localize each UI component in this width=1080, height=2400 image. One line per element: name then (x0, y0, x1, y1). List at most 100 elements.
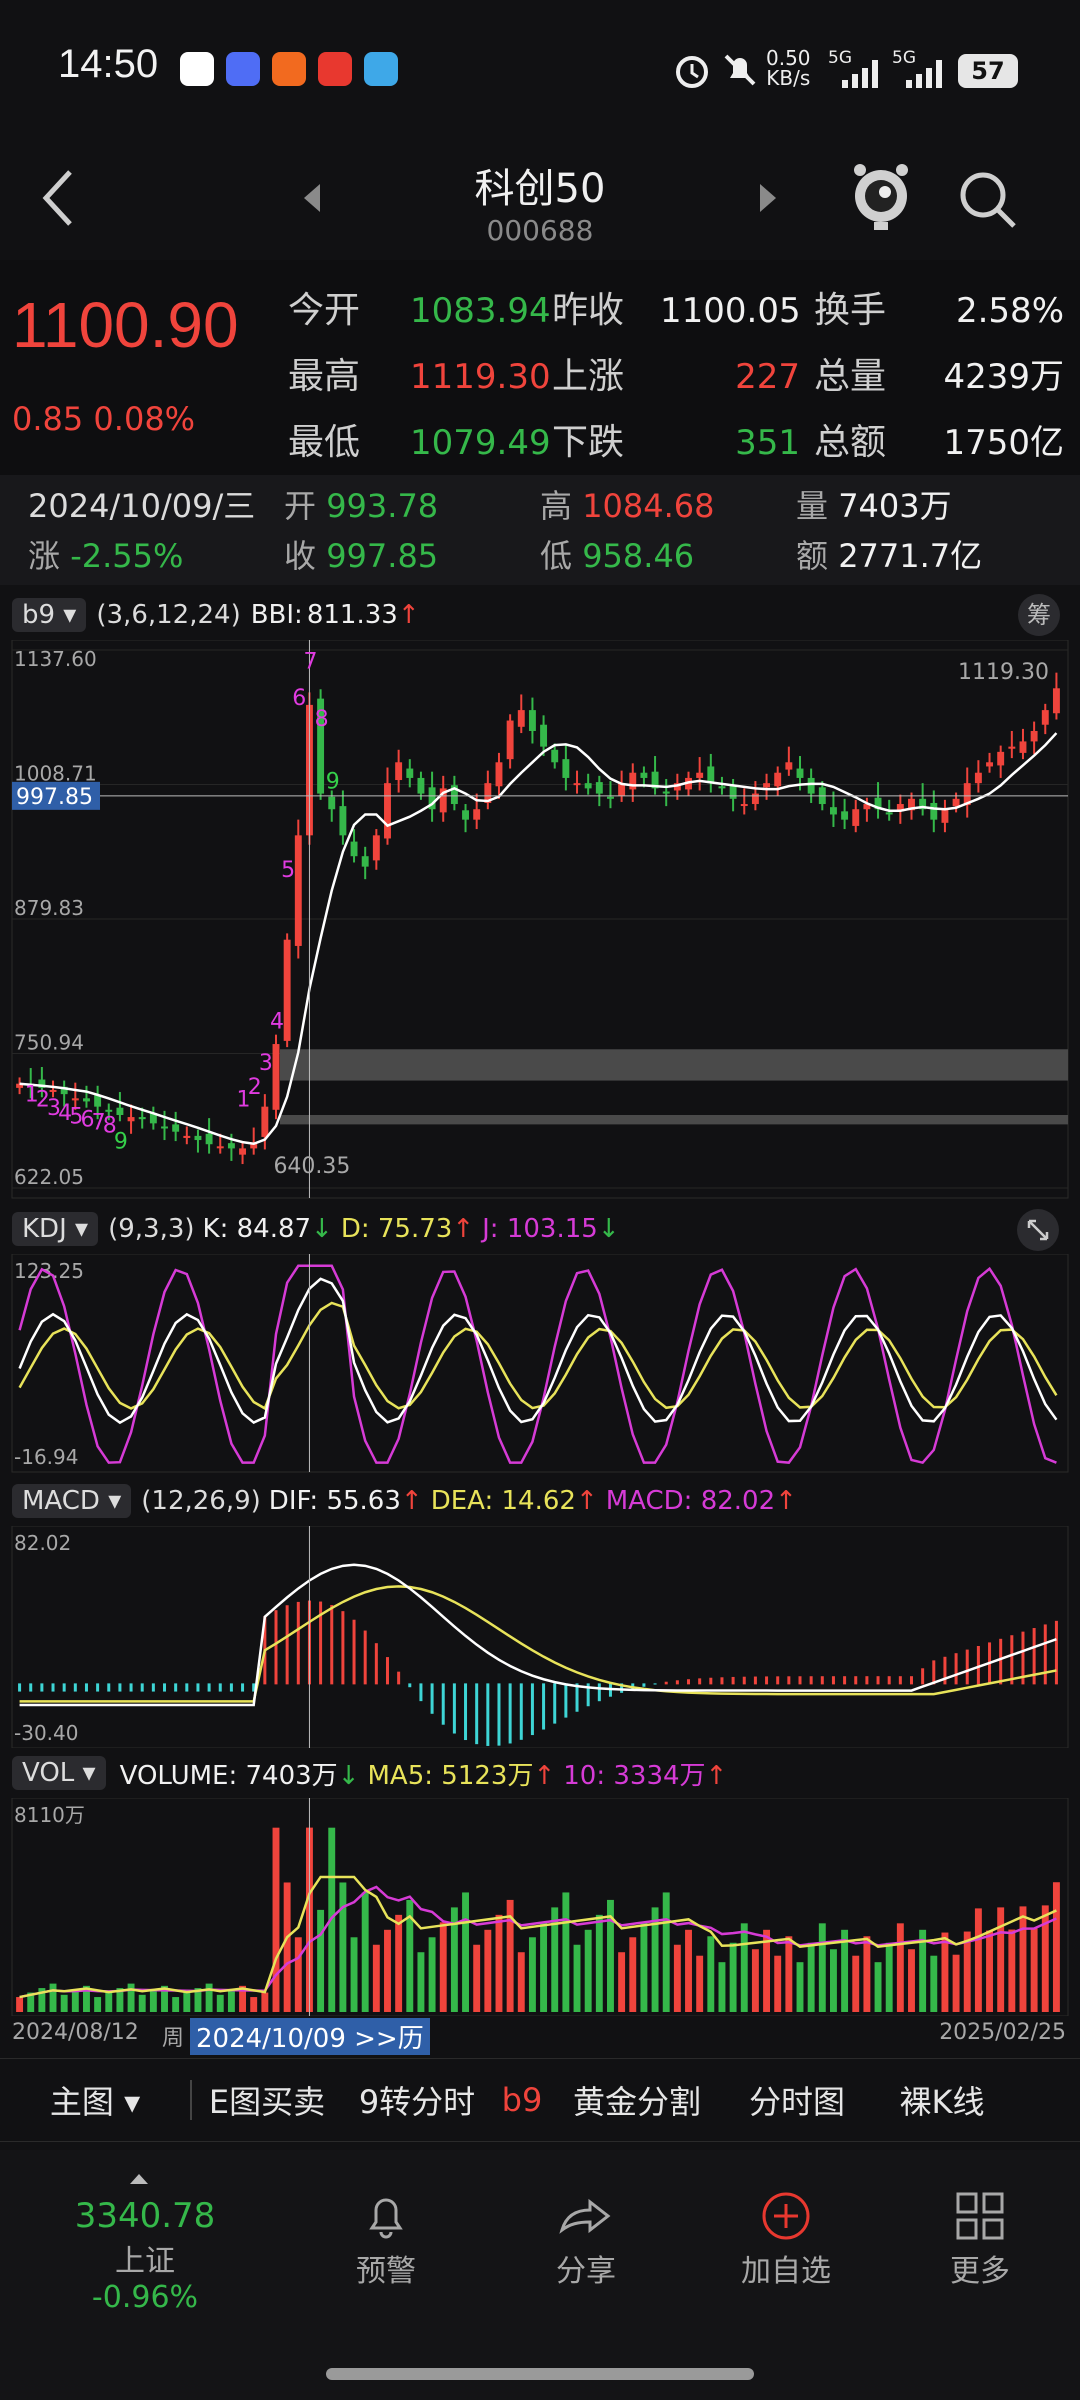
macd-histogram-bar (163, 1683, 167, 1692)
volume-bar (172, 1997, 180, 2012)
tab-main-chart[interactable]: 主图 ▾ (0, 2077, 190, 2123)
volume-bar (294, 1937, 302, 2012)
volume-bar (1008, 1929, 1016, 2012)
macd-histogram-bar (408, 1683, 412, 1688)
macd-histogram-bar (218, 1683, 222, 1692)
macd-histogram-bar (341, 1611, 345, 1685)
volume-bar (562, 1892, 570, 2012)
tab-naked-k[interactable]: 裸K线 (872, 2077, 1012, 2123)
news-app-icon (364, 52, 398, 86)
candle-body (294, 835, 302, 946)
macd-params: (12,26,9) (141, 1486, 261, 1516)
td-count-label: 6 (292, 686, 306, 711)
kdj-j-line (18, 1264, 1057, 1465)
macd-histogram-bar (374, 1643, 378, 1685)
selected-day-info: 2024/10/09/三 涨 -2.55% 开 993.78 收 997.85 … (0, 475, 1080, 585)
quote-panel: 1100.90 0.85 0.08% 今开 最高 最低 1083.94 1119.30… (0, 260, 1080, 475)
macd-histogram-bar (642, 1683, 646, 1687)
macd-histogram-bar (765, 1676, 769, 1685)
volume-bar (584, 1929, 592, 2012)
volume-bar (528, 1937, 536, 2012)
volume-bar (986, 1930, 993, 2012)
prev-stock-icon[interactable] (300, 182, 324, 214)
macd-dif: DIF: 55.63↑ (268, 1486, 423, 1516)
candle-body (841, 811, 849, 820)
volume-bar (896, 1923, 904, 2012)
expand-icon[interactable] (1016, 1208, 1060, 1252)
macd-chart: 82.02 -30.40 (11, 1526, 1069, 1748)
back-icon[interactable] (38, 168, 78, 228)
add-watchlist-button[interactable]: 加自选 (686, 2186, 886, 2290)
browser-notification-icon (226, 52, 260, 86)
candle-body (350, 841, 358, 857)
volume-bar (317, 1909, 325, 2012)
macd-histogram-bar (909, 1676, 913, 1685)
macd-histogram-bar (107, 1683, 111, 1692)
macd-histogram-bar (854, 1676, 858, 1685)
share-button[interactable]: 分享 (486, 2186, 686, 2290)
macd-histogram-bar (296, 1601, 300, 1685)
candle-body (763, 783, 771, 788)
indicator-select-kdj[interactable]: KDJ ▾ (12, 1212, 99, 1246)
indicator-select-macd[interactable]: MACD ▾ (12, 1484, 132, 1518)
next-stock-icon[interactable] (756, 182, 780, 214)
candle-body (261, 1106, 269, 1137)
macd-histogram-bar (999, 1638, 1003, 1685)
macd-histogram-bar (419, 1683, 423, 1702)
tab-b9[interactable]: b9 (492, 2081, 552, 2119)
macd-histogram-bar (464, 1683, 468, 1741)
macd-y-min: -30.40 (14, 1721, 78, 1745)
y-tick-label: 622.05 (14, 1165, 84, 1189)
candle-body (417, 777, 425, 794)
volume-bar (473, 1944, 481, 2012)
macd-histogram-bar (831, 1676, 835, 1685)
kdj-y-min: -16.94 (14, 1445, 78, 1469)
more-button[interactable]: 更多 (880, 2186, 1080, 2290)
market-index[interactable]: 3340.78 上证 -0.96% (60, 2196, 230, 2315)
candle-body (796, 768, 804, 778)
cursor-date-label[interactable]: 2024/10/09 >>历 (190, 2018, 430, 2055)
tab-golden-split[interactable]: 黄金分割 (552, 2077, 722, 2123)
macd-histogram-bar (241, 1683, 245, 1692)
macd-histogram-bar (73, 1683, 77, 1692)
kdj-k: K: 84.87↓ (202, 1214, 333, 1244)
volume-bar (16, 1997, 24, 2012)
quote-values-col2: 1100.05 227 351 (660, 291, 801, 463)
chip-distribution-button[interactable]: 筹 (1018, 594, 1060, 636)
quote-values-col3: 2.58% 4239万 1750亿 (943, 291, 1064, 463)
day-volume: 量 7403万 (796, 487, 952, 525)
expand-up-icon[interactable] (130, 2174, 148, 2184)
indicator-select-vol[interactable]: VOL ▾ (12, 1756, 106, 1790)
candle-body (573, 783, 581, 786)
mascot-assistant-icon[interactable] (850, 160, 912, 232)
tab-9-turn[interactable]: 9转分时 (342, 2077, 492, 2123)
candle-body (71, 1098, 79, 1101)
home-indicator[interactable] (326, 2368, 754, 2380)
tab-timeshare[interactable]: 分时图 (722, 2077, 872, 2123)
macd-histogram-bar (29, 1683, 33, 1692)
volume-bar (1052, 1882, 1060, 2012)
volume-bar (729, 1942, 737, 2012)
macd-y-max: 82.02 (14, 1531, 71, 1555)
volume-bar (138, 1994, 146, 2012)
candle-body (1030, 730, 1038, 742)
search-icon[interactable] (956, 168, 1020, 232)
volume-bar (751, 1949, 759, 2012)
indicator-select-b9[interactable]: b9 ▾ (12, 598, 87, 632)
volume-bar (774, 1955, 782, 2012)
candle-body (997, 751, 1005, 766)
candle-body (930, 802, 938, 820)
volume-bar (205, 1983, 213, 2012)
candle-body (528, 710, 536, 731)
td-count-label: 8 (315, 707, 329, 732)
macd-histogram-bar (430, 1683, 434, 1714)
tab-buy-sell[interactable]: E图买卖 (192, 2077, 342, 2123)
volume-bar (71, 1990, 79, 2012)
volume-bar (495, 1914, 503, 2012)
bbi-label: BBI: (250, 600, 303, 630)
macd-histogram-bar (965, 1649, 969, 1685)
alert-button[interactable]: 预警 (286, 2186, 486, 2290)
candlestick-chart[interactable]: 1137.601008.71879.83750.94622.05997.8511… (0, 640, 1080, 1202)
volume-y-max: 8110万 (14, 1803, 85, 1827)
volume-bar (372, 1944, 380, 2012)
